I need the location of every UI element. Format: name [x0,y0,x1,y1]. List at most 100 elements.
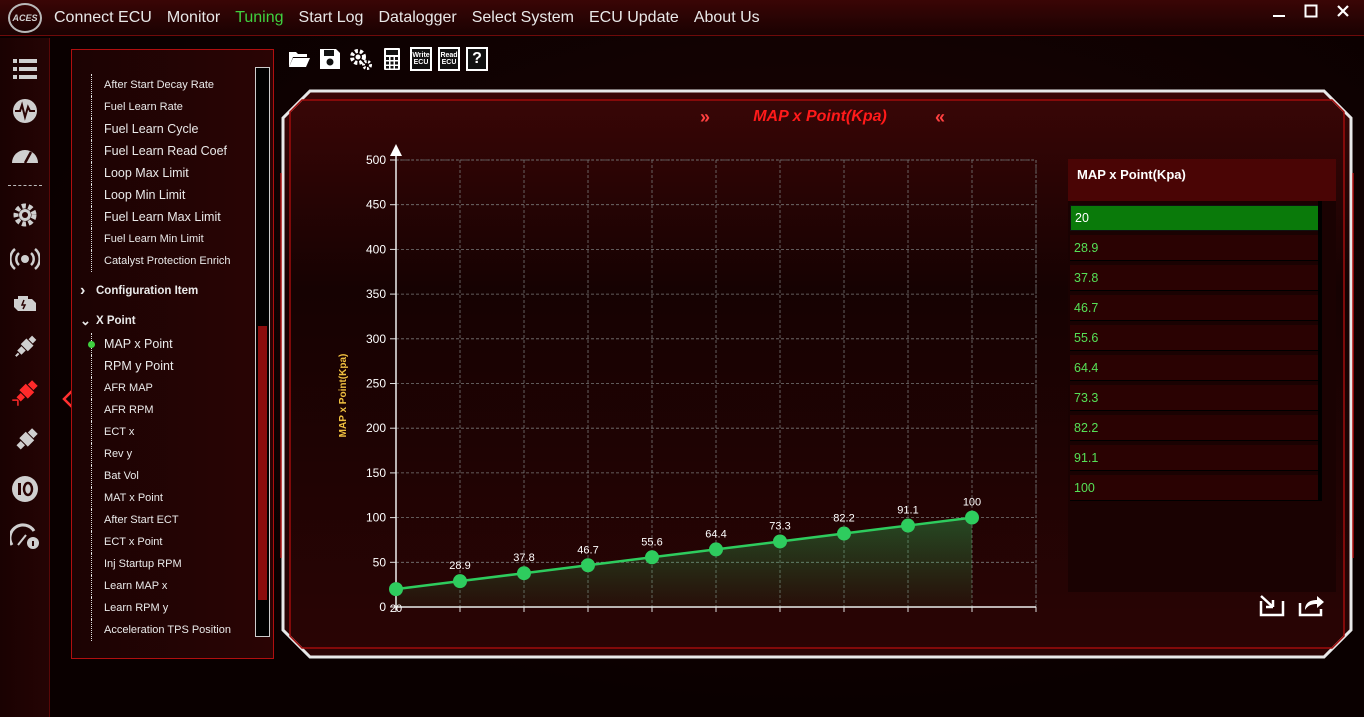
tree-item[interactable]: AFR MAP [72,377,256,399]
data-point[interactable] [901,518,915,533]
menu-connect-ecu[interactable]: Connect ECU [54,9,152,27]
y-axis-arrow-icon [390,144,402,156]
chevron-right-icon[interactable]: › [80,282,96,300]
tree-item[interactable]: After Start Decay Rate [72,74,256,96]
tree-item[interactable]: RPM y Point [72,355,256,377]
menu-about-us[interactable]: About Us [694,9,760,27]
value-table-row[interactable]: 82.2 [1070,415,1322,441]
y-tick-label: 300 [366,332,386,346]
tree-connector-line [91,575,92,597]
help-icon[interactable]: ? [466,47,488,71]
tree-item[interactable]: Catalyst Protection Enrich [72,250,256,272]
value-table-scrollbar[interactable] [1318,201,1322,501]
settings-icon[interactable] [348,45,373,73]
menu-start-log[interactable]: Start Log [299,9,364,27]
read-ecu-icon[interactable]: Read ECU [438,47,460,71]
tree-connector-line [91,184,92,206]
export-icon[interactable] [1297,593,1325,617]
tree-item-label: Fuel Learn Min Limit [104,233,204,245]
tree-group[interactable]: › Configuration Item [72,280,256,302]
write-ecu-icon[interactable]: Write ECU [410,47,432,71]
tree-item[interactable]: Acceleration TPS Position [72,619,256,641]
value-table-row[interactable]: 46.7 [1070,295,1322,321]
spark-plug-icon[interactable] [8,332,42,362]
y-tick-label: 400 [366,242,386,256]
tree-item[interactable]: Bat Vol [72,465,256,487]
menu-monitor[interactable]: Monitor [167,9,220,27]
engine-icon[interactable] [8,288,42,318]
value-table-row[interactable]: 20 [1070,205,1322,231]
tree-connector-line [91,96,92,118]
tree-item-label: Loop Min Limit [104,188,186,202]
data-point[interactable] [517,566,531,581]
data-point[interactable] [837,526,851,541]
tree-item[interactable]: Rev y [72,443,256,465]
data-point[interactable] [581,558,595,573]
y-tick-label: 0 [379,600,386,614]
calculator-icon[interactable] [379,45,404,73]
gear-icon[interactable] [8,200,42,230]
tree-connector-line [91,487,92,509]
tree-item[interactable]: MAT x Point [72,487,256,509]
tree-item-label: AFR MAP [104,382,153,394]
tree-connector-line [91,399,92,421]
broadcast-icon[interactable] [8,244,42,274]
value-table-row[interactable]: 28.9 [1070,235,1322,261]
tree-item[interactable]: MAP x Point [72,333,256,355]
injector-alt-icon[interactable] [8,426,42,456]
tree-item[interactable]: Fuel Learn Max Limit [72,206,256,228]
tree-item[interactable]: Fuel Learn Rate [72,96,256,118]
pulse-icon[interactable] [8,96,42,126]
tree-group[interactable]: ⌄ X Point [72,310,256,332]
value-table-row[interactable]: 37.8 [1070,265,1322,291]
data-point[interactable] [773,534,787,549]
tree-item[interactable]: Fuel Learn Cycle [72,118,256,140]
tree-item[interactable]: Learn MAP x [72,575,256,597]
list-icon[interactable] [8,54,42,84]
tree-item[interactable]: Learn RPM y [72,597,256,619]
tree-item[interactable]: Fuel Learn Read Coef [72,140,256,162]
menu-ecu-update[interactable]: ECU Update [589,9,679,27]
value-table-row[interactable]: 91.1 [1070,445,1322,471]
chevron-down-icon[interactable]: ⌄ [80,313,96,329]
data-point[interactable] [709,542,723,557]
value-table-row[interactable]: 100 [1070,475,1322,501]
minimize-icon[interactable] [1270,2,1288,20]
injector-icon[interactable] [8,378,42,408]
value-table-row[interactable]: 55.6 [1070,325,1322,351]
tree-item[interactable]: AFR RPM [72,399,256,421]
tree-item-label: ECT x [104,426,135,438]
io-icon[interactable] [8,474,42,504]
tuning-tree-panel: After Start Decay Rate Fuel Learn Rate Fue… [71,49,274,659]
tree-item[interactable]: Inj Startup RPM [72,553,256,575]
tree-scrollbar[interactable] [255,67,270,637]
tree-scrollbar-thumb[interactable] [258,326,267,600]
menu-select-system[interactable]: Select System [472,9,574,27]
value-table-row[interactable]: 73.3 [1070,385,1322,411]
data-point[interactable] [645,550,659,565]
main-menu: Connect ECU Monitor Tuning Start Log Dat… [54,0,775,36]
data-point[interactable] [389,582,403,597]
data-point[interactable] [453,574,467,589]
save-icon[interactable] [317,45,342,73]
gauge-icon[interactable] [8,138,42,168]
maximize-icon[interactable] [1302,2,1320,20]
tree-item[interactable]: ECT x Point [72,531,256,553]
tree-item[interactable]: After Start ECT [72,509,256,531]
import-icon[interactable] [1257,593,1285,617]
map-x-point-chart[interactable]: 0 50 100 150 200 250 300 350 400 450 500 MAP x Poin… [330,140,1050,620]
tree-connector-line [91,619,92,641]
tree-item[interactable]: Loop Min Limit [72,184,256,206]
tree-item[interactable]: Loop Max Limit [72,162,256,184]
close-icon[interactable] [1334,2,1352,20]
menu-tuning[interactable]: Tuning [235,9,283,27]
menu-datalogger[interactable]: Datalogger [378,9,456,27]
folder-open-icon[interactable] [286,45,311,73]
speedometer-info-icon[interactable] [8,522,42,552]
tree-item[interactable]: ECT x [72,421,256,443]
data-label: 82.2 [833,513,854,525]
tree-item[interactable]: Fuel Learn Min Limit [72,228,256,250]
data-point[interactable] [965,510,979,525]
value-table-row[interactable]: 64.4 [1070,355,1322,381]
data-label: 64.4 [705,528,726,540]
